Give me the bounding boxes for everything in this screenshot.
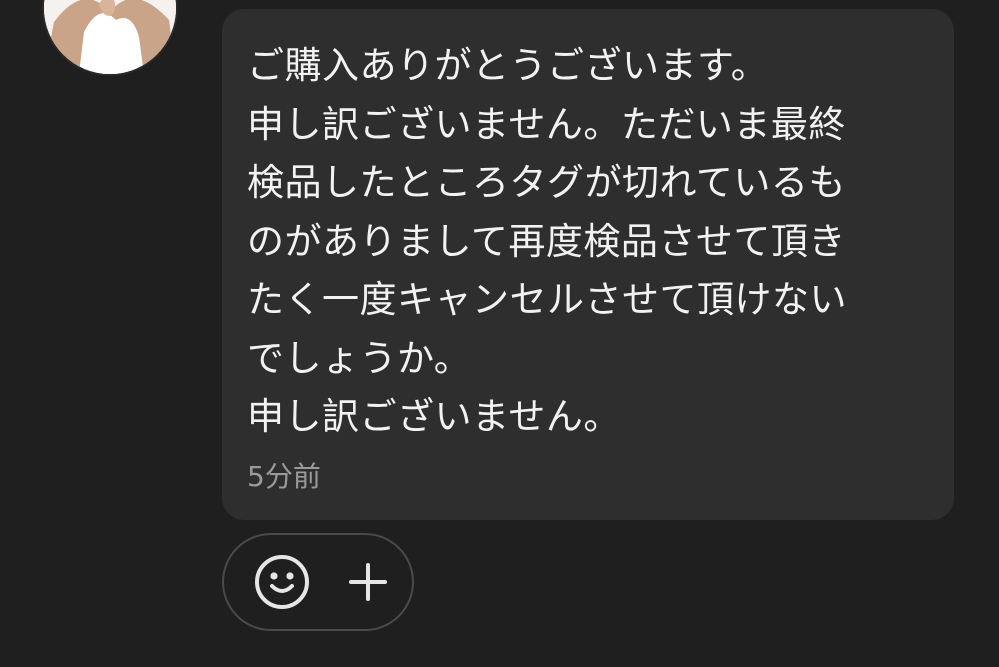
message-line: 申し訳ございません。ただいま最終 [247,102,846,146]
message-line: 検品したところタグが切れているも [247,161,846,204]
chat-screen: ご購入ありがとうございます。 申し訳ございません。ただいま最終 検品したところタ… [0,0,999,667]
avatar-photo [44,0,176,74]
sender-avatar[interactable] [44,0,176,74]
message-bubble: ご購入ありがとうございます。 申し訳ございません。ただいま最終 検品したところタ… [222,9,954,520]
message-line: 申し訳ございません。 [247,395,621,438]
message-line: ご購入ありがとうございます。 [247,44,769,87]
message-line: たく一度キャンセルさせて頂けない [247,278,847,321]
smiley-icon [255,555,309,609]
message-line: でしょうか。 [247,336,472,380]
add-reaction-button[interactable] [336,535,400,629]
plus-icon [349,563,387,601]
message-text: ご購入ありがとうございます。 申し訳ございません。ただいま最終 検品したところタ… [247,37,934,447]
reaction-bar [222,533,414,631]
message-line: のがありまして再度検品させて頂き [247,219,846,263]
message-timestamp: 5分前 [247,460,321,493]
add-emoji-reaction-button[interactable] [250,535,314,629]
